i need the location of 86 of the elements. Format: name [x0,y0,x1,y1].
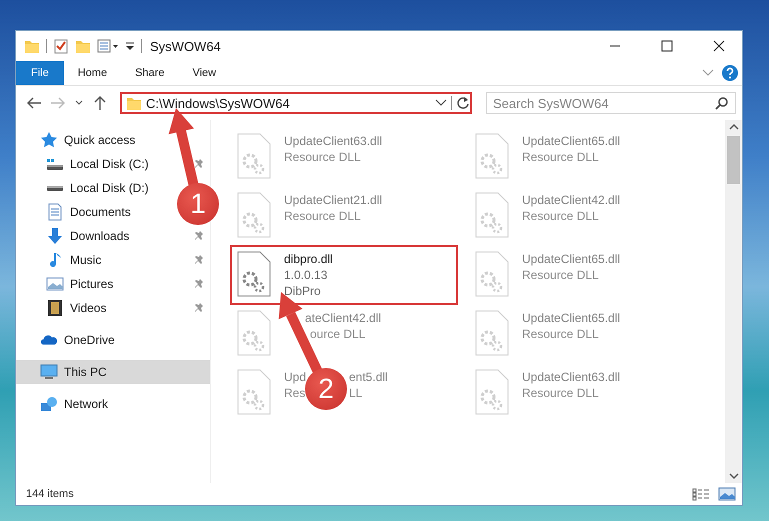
file-name: ateClient42.dll [305,310,382,326]
pin-icon [194,302,204,314]
file-detail: Res [284,385,306,401]
network-icon [40,396,58,412]
details-view-icon[interactable] [692,487,710,501]
drive-icon [46,184,64,192]
ribbon-tab[interactable]: Share [121,61,178,85]
address-path: C:\Windows\SysWOW64 [146,96,291,110]
back-arrow-icon[interactable] [26,95,42,111]
gear-file-icon [236,310,272,356]
file-detail: Resource DLL [522,267,600,283]
drive-icon [46,158,64,170]
nav-item[interactable]: Documents [16,203,137,221]
refresh-icon[interactable] [456,96,470,110]
gear-file-icon [474,369,510,415]
file-detail: ource DLL [310,326,366,342]
cloud-icon [40,334,58,346]
gear-file-icon [236,133,272,179]
minimize-icon [609,45,621,47]
file-detail: Resource DLL [522,208,600,224]
ribbon-tab[interactable]: View [178,61,230,85]
file-name: UpdateClient21.dll [284,192,384,208]
nav-item[interactable]: Pictures [16,275,210,293]
gear-file-icon [236,192,272,238]
pin-icon [194,254,204,266]
properties-icon[interactable] [97,38,119,54]
file-detail: LL [349,385,362,401]
file-detail: Resource DLL [522,385,600,401]
file-name: UpdateClient63.dll [284,133,384,149]
nav-item[interactable]: OneDrive [16,331,121,349]
nav-item[interactable]: Music [16,251,210,269]
folder-icon [24,38,40,54]
nav-item[interactable]: Local Disk (C:) [16,155,210,173]
gear-file-icon [474,133,510,179]
nav-item[interactable]: Videos [16,299,210,317]
gear-file-icon [236,251,272,297]
search-icon [715,96,729,110]
checklist-icon[interactable] [53,38,69,54]
monitor-icon [40,364,58,380]
gear-file-icon [236,369,272,415]
file-name: UpdateClient63.dll [522,369,622,385]
file-menu-button[interactable]: File [16,61,64,85]
pin-icon [194,230,204,242]
window-title: SysWOW64 [150,38,221,54]
folder-icon [126,95,142,111]
film-icon [47,299,63,317]
large-icons-view-icon[interactable] [718,487,736,501]
address-bar[interactable]: C:\Windows\SysWOW64 [120,92,472,114]
pin-icon [194,158,204,170]
file-name: UpdateClient65.dll [522,251,622,267]
picture-icon [46,277,64,291]
chevron-down-icon[interactable] [435,99,447,107]
file-detail: Resource DLL [284,149,362,165]
gear-file-icon [474,310,510,356]
ribbon-tab[interactable]: Home [64,61,122,85]
document-icon [48,203,62,221]
search-field[interactable]: Search SysWOW64 [486,92,736,114]
file-detail: Resource DLL [522,326,600,342]
file-detail: Resource DLL [284,208,362,224]
file-name: dibpro.dll [284,251,334,267]
gear-file-icon [474,251,510,297]
file-item[interactable]: dibpro.dll 1.0.0.13 DibPro [230,245,458,305]
file-name: UpdateClient42.dll [522,192,622,208]
nav-item[interactable]: Downloads [16,227,210,245]
down-arrow-icon [47,227,63,245]
file-detail: Resource DLL [522,149,600,165]
gear-file-icon [474,192,510,238]
file-name: ent5.dll [349,369,388,385]
file-name: UpdateClient65.dll [522,310,622,326]
maximize-icon [661,40,673,52]
help-icon[interactable] [722,65,738,81]
item-count: 144 items [26,488,74,500]
nav-item[interactable]: This PC [16,360,210,384]
music-note-icon [48,252,62,268]
file-name: UpdateClient65.dll [522,133,622,149]
close-icon [713,40,725,52]
up-arrow-icon[interactable] [92,95,108,111]
file-detail: DibPro [284,283,322,299]
star-icon [40,131,58,149]
scrollbar-thumb[interactable] [727,136,740,184]
nav-item[interactable]: Quick access [16,131,142,149]
nav-item[interactable]: Network [16,395,114,413]
file-name: Upd [284,369,306,385]
nav-item[interactable]: Local Disk (D:) [16,179,155,197]
pin-icon [194,278,204,290]
file-detail: 1.0.0.13 [284,267,328,283]
